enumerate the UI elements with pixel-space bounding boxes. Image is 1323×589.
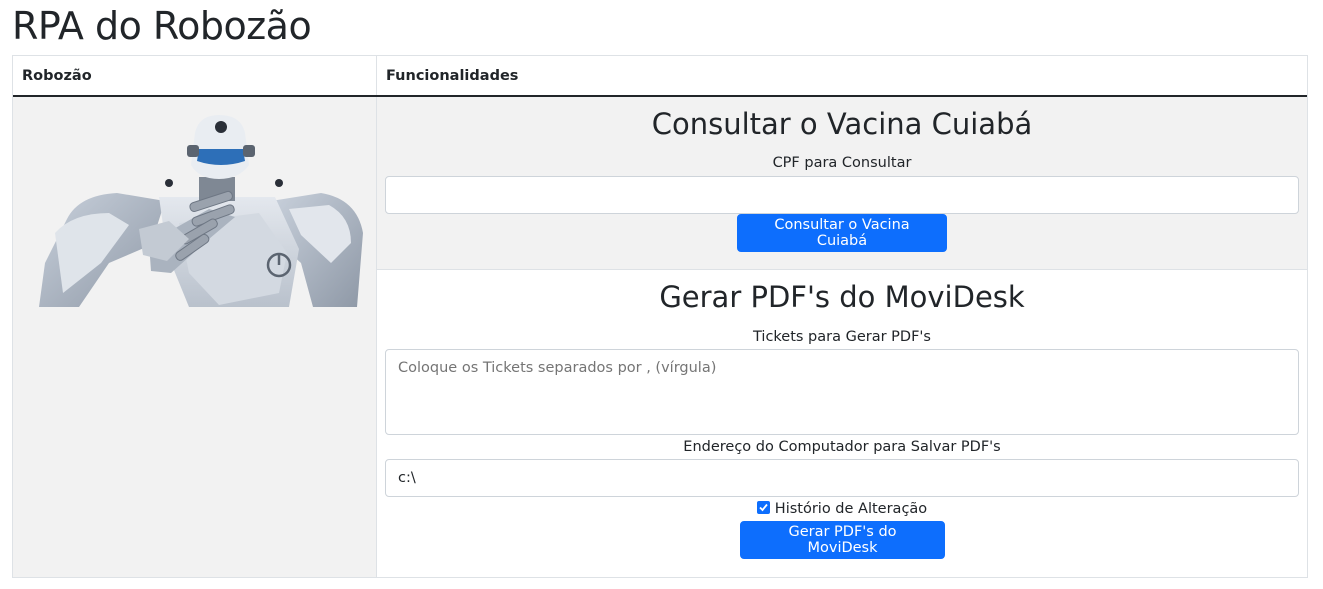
movidesk-section: Gerar PDF's do MoviDesk Tickets para Ger… [377, 270, 1307, 577]
vacina-section: Consultar o Vacina Cuiabá CPF para Consu… [377, 97, 1307, 270]
history-checkbox-label[interactable]: Histório de Alteração [775, 501, 927, 517]
table-header-row: Robozão Funcionalidades [13, 56, 1307, 97]
robot-cell [13, 97, 377, 577]
main-table: Robozão Funcionalidades Consultar o Vaci… [12, 55, 1308, 578]
history-checkbox-row: Histório de Alteração [377, 501, 1307, 517]
cpf-label: CPF para Consultar [772, 155, 912, 171]
gerar-pdf-button[interactable]: Gerar PDF's do MoviDesk [740, 521, 945, 559]
robot-image [39, 115, 363, 307]
tickets-textarea[interactable] [385, 349, 1299, 435]
page-title: RPA do Robozão [12, 4, 312, 48]
column-header-funcionalidades: Funcionalidades [386, 68, 519, 84]
vacina-title: Consultar o Vacina Cuiabá [651, 107, 1033, 141]
history-checkbox[interactable] [756, 501, 770, 514]
path-input[interactable] [385, 459, 1299, 497]
consultar-vacina-button[interactable]: Consultar o Vacina Cuiabá [737, 214, 947, 252]
column-header-robozao: Robozão [13, 56, 377, 95]
path-label: Endereço do Computador para Salvar PDF's [683, 439, 1001, 455]
movidesk-title: Gerar PDF's do MoviDesk [659, 280, 1025, 314]
checkmark-icon [759, 503, 768, 512]
tickets-label: Tickets para Gerar PDF's [753, 329, 931, 345]
cpf-input[interactable] [385, 176, 1299, 214]
